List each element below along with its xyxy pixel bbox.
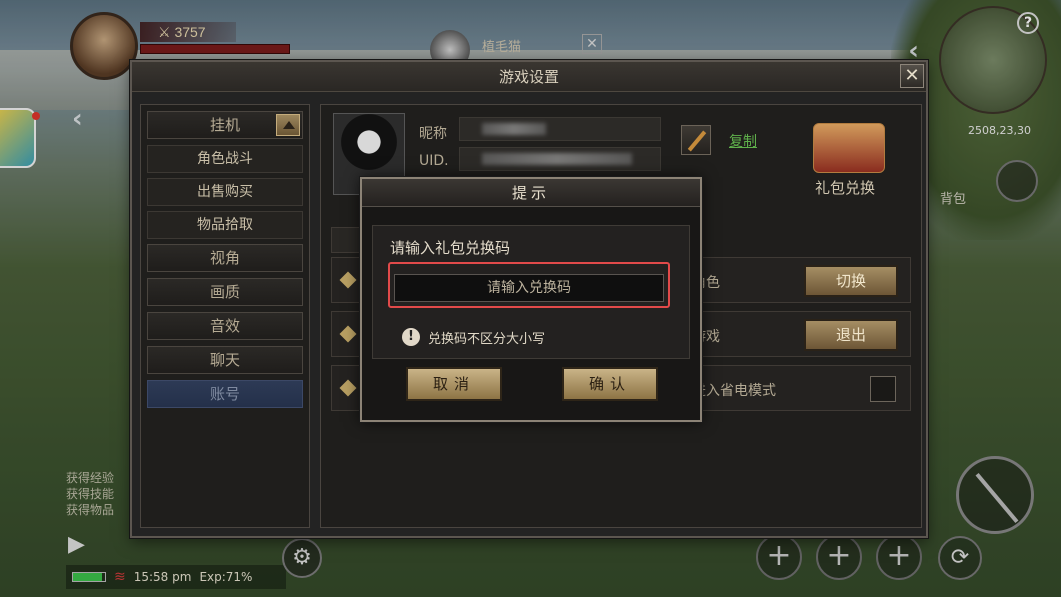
copy-link[interactable]: 复制 <box>729 131 757 151</box>
menu-item-trade[interactable]: 出售购买 <box>147 178 303 206</box>
nickname-field <box>459 117 661 141</box>
hint-row: ! 兑换码不区分大小写 <box>402 327 545 347</box>
menu-category-graphics[interactable]: 画质 <box>147 278 303 306</box>
menu-category-auto-play[interactable]: 挂机 <box>147 111 303 139</box>
diamond-icon <box>339 379 357 397</box>
menu-label: 挂机 <box>209 116 240 134</box>
redeem-code-dialog: 提示 请输入礼包兑换码 ! 兑换码不区分大小写 取消 确认 <box>360 177 702 422</box>
exit-game-button[interactable]: 退出 <box>804 319 898 351</box>
nickname-label: 昵称 <box>419 126 447 142</box>
menu-category-sound[interactable]: 音效 <box>147 312 303 340</box>
info-icon: ! <box>402 328 420 346</box>
gift-redeem-label[interactable]: 礼包兑换 <box>815 177 875 198</box>
dialog-title: 提示 <box>511 184 550 202</box>
menu-category-view[interactable]: 视角 <box>147 244 303 272</box>
uid-field <box>459 147 661 171</box>
edit-nickname-icon[interactable] <box>681 125 711 155</box>
cancel-button[interactable]: 取消 <box>406 367 502 401</box>
confirm-button[interactable]: 确认 <box>562 367 658 401</box>
row-label: 进入省电模式 <box>692 383 776 399</box>
settings-side-menu: 挂机 角色战斗 出售购买 物品拾取 视角 画质 音效 聊天 账号 <box>140 104 310 528</box>
close-button[interactable]: ✕ <box>900 64 924 88</box>
diamond-icon <box>339 325 357 343</box>
switch-role-button[interactable]: 切换 <box>804 265 898 297</box>
settings-title-bar: 游戏设置 ✕ <box>132 62 926 92</box>
collapse-arrow-icon[interactable] <box>276 114 300 136</box>
menu-item-pickup[interactable]: 物品拾取 <box>147 211 303 239</box>
menu-category-account[interactable]: 账号 <box>147 380 303 408</box>
hint-text: 兑换码不区分大小写 <box>428 331 546 347</box>
gift-box-icon[interactable] <box>813 123 885 173</box>
uid-redacted <box>482 153 632 165</box>
uid-label: UID. <box>419 153 449 169</box>
nickname-redacted <box>482 123 546 135</box>
dialog-prompt: 请输入礼包兑换码 <box>390 239 511 257</box>
menu-category-chat[interactable]: 聊天 <box>147 346 303 374</box>
settings-title: 游戏设置 <box>498 68 559 86</box>
dialog-header: 提示 <box>362 179 700 207</box>
menu-item-combat[interactable]: 角色战斗 <box>147 145 303 173</box>
redeem-code-input[interactable] <box>394 274 664 302</box>
diamond-icon <box>339 271 357 289</box>
power-saving-checkbox[interactable] <box>870 376 896 402</box>
